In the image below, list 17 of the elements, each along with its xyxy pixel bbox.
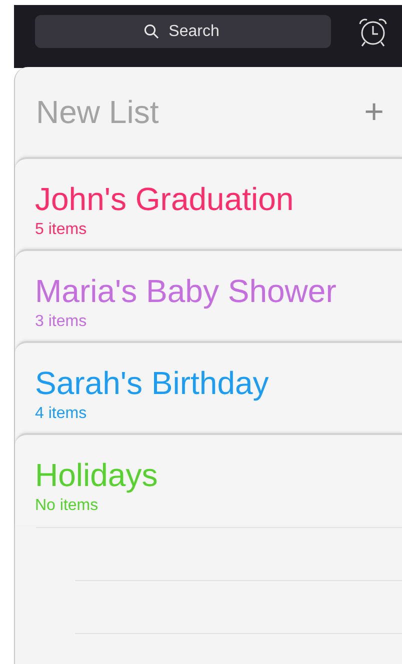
list-title: Maria's Baby Shower — [35, 272, 336, 310]
list-card[interactable]: Sarah's Birthday 4 items — [15, 341, 402, 433]
list-title: Sarah's Birthday — [35, 364, 269, 402]
item-count: 5 items — [35, 220, 87, 240]
list-title: Holidays — [35, 456, 158, 494]
list-card[interactable]: Holidays No items — [15, 433, 402, 525]
item-count: No items — [35, 496, 98, 516]
list-card[interactable]: Maria's Baby Shower 3 items — [15, 249, 402, 341]
alarm-clock-icon[interactable] — [357, 16, 389, 48]
new-list-label[interactable]: New List — [36, 88, 159, 136]
add-button[interactable]: + — [364, 95, 384, 129]
list-title: John's Graduation — [35, 180, 294, 218]
search-icon — [144, 24, 159, 39]
search-field[interactable]: Search — [35, 15, 331, 48]
item-count: 3 items — [35, 312, 87, 332]
item-count: 4 items — [35, 404, 87, 424]
list-card[interactable]: John's Graduation 5 items — [15, 157, 402, 249]
